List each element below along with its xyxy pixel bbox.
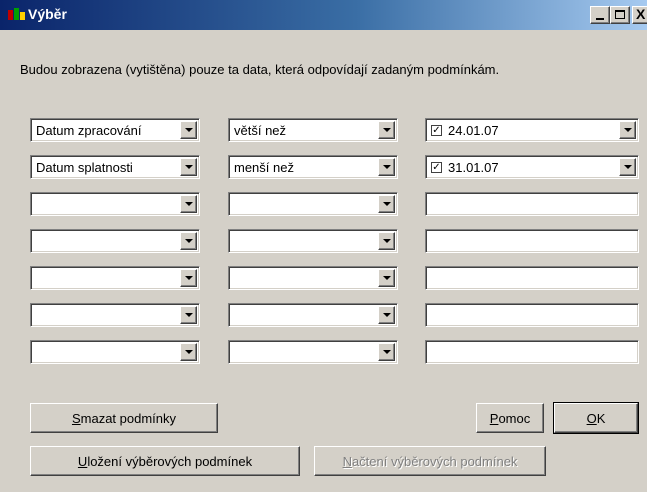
save-label: ložení výběrových podmínek (87, 453, 253, 469)
operator-select[interactable]: menší než (228, 155, 398, 179)
dropdown-button[interactable] (378, 269, 395, 287)
dropdown-button[interactable] (180, 232, 197, 250)
chevron-down-icon (383, 202, 391, 206)
field-select[interactable] (30, 229, 200, 253)
save-mnemonic: U (77, 453, 88, 469)
operator-select[interactable] (228, 340, 398, 364)
value-input[interactable]: ✓ 31.01.07 (425, 155, 639, 179)
field-select[interactable]: Datum splatnosti (30, 155, 200, 179)
load-conditions-button[interactable]: Načtení výběrových podmínek (314, 446, 546, 476)
value-checkbox[interactable]: ✓ (431, 162, 442, 173)
value-input-text: 24.01.07 (448, 123, 499, 138)
operator-select-value: větší než (234, 123, 287, 138)
info-text: Budou zobrazena (vytištěna) pouze ta dat… (20, 62, 500, 77)
maximize-button[interactable] (610, 6, 630, 24)
operator-select[interactable] (228, 303, 398, 327)
value-input[interactable] (425, 266, 639, 290)
operator-select[interactable] (228, 192, 398, 216)
field-select[interactable] (30, 303, 200, 327)
chevron-down-icon (185, 350, 193, 354)
operator-select[interactable] (228, 266, 398, 290)
chevron-down-icon (383, 239, 391, 243)
dropdown-button[interactable] (378, 232, 395, 250)
chevron-down-icon (185, 313, 193, 317)
dropdown-button[interactable] (378, 306, 395, 324)
chevron-down-icon (383, 313, 391, 317)
clear-label: mazat podmínky (80, 410, 177, 426)
help-button[interactable]: Pomoc (476, 403, 544, 433)
dropdown-button[interactable] (180, 269, 197, 287)
chevron-down-icon (185, 165, 193, 169)
ok-mnemonic: O (586, 410, 597, 426)
maximize-icon (615, 10, 625, 19)
field-select[interactable] (30, 192, 200, 216)
window-title: Výběr (28, 6, 67, 22)
value-input-text: 31.01.07 (448, 160, 499, 175)
dropdown-button[interactable] (378, 158, 395, 176)
operator-select-value: menší než (234, 160, 294, 175)
load-mnemonic: N (342, 453, 352, 469)
chevron-down-icon (383, 165, 391, 169)
field-select-value: Datum splatnosti (36, 160, 133, 175)
dialog-window: Výběr X Budou zobrazena (vytištěna) pouz… (0, 0, 647, 492)
chevron-down-icon (383, 276, 391, 280)
title-bar[interactable]: Výběr X (0, 0, 647, 30)
field-select[interactable] (30, 340, 200, 364)
close-icon: X (636, 6, 646, 22)
value-checkbox[interactable]: ✓ (431, 125, 442, 136)
dropdown-button[interactable] (180, 121, 197, 139)
value-input[interactable] (425, 192, 639, 216)
dropdown-button[interactable] (619, 121, 636, 139)
chevron-down-icon (624, 165, 632, 169)
help-mnemonic: P (489, 410, 499, 426)
value-input[interactable]: ✓ 24.01.07 (425, 118, 639, 142)
chevron-down-icon (185, 128, 193, 132)
minimize-icon (596, 18, 604, 20)
value-input[interactable] (425, 303, 639, 327)
dropdown-button[interactable] (180, 158, 197, 176)
operator-select[interactable] (228, 229, 398, 253)
help-label: omoc (498, 410, 531, 426)
chevron-down-icon (624, 128, 632, 132)
chevron-down-icon (185, 276, 193, 280)
field-select[interactable] (30, 266, 200, 290)
value-input[interactable] (425, 340, 639, 364)
clear-mnemonic: S (71, 410, 81, 426)
dropdown-button[interactable] (180, 306, 197, 324)
chevron-down-icon (185, 202, 193, 206)
chevron-down-icon (383, 128, 391, 132)
ok-label: K (596, 410, 606, 426)
clear-conditions-button[interactable]: Smazat podmínky (30, 403, 218, 433)
dropdown-button[interactable] (180, 195, 197, 213)
ok-button[interactable]: OK (553, 402, 639, 434)
close-button[interactable]: X (632, 6, 647, 24)
dropdown-button[interactable] (619, 158, 636, 176)
operator-select[interactable]: větší než (228, 118, 398, 142)
save-conditions-button[interactable]: Uložení výběrových podmínek (30, 446, 300, 476)
dropdown-button[interactable] (378, 343, 395, 361)
chevron-down-icon (185, 239, 193, 243)
value-input[interactable] (425, 229, 639, 253)
minimize-button[interactable] (590, 6, 610, 24)
field-select-value: Datum zpracování (36, 123, 142, 138)
chevron-down-icon (383, 350, 391, 354)
field-select[interactable]: Datum zpracování (30, 118, 200, 142)
app-icon (8, 8, 25, 20)
dropdown-button[interactable] (378, 121, 395, 139)
dropdown-button[interactable] (180, 343, 197, 361)
load-label: ačtení výběrových podmínek (351, 453, 518, 469)
dropdown-button[interactable] (378, 195, 395, 213)
